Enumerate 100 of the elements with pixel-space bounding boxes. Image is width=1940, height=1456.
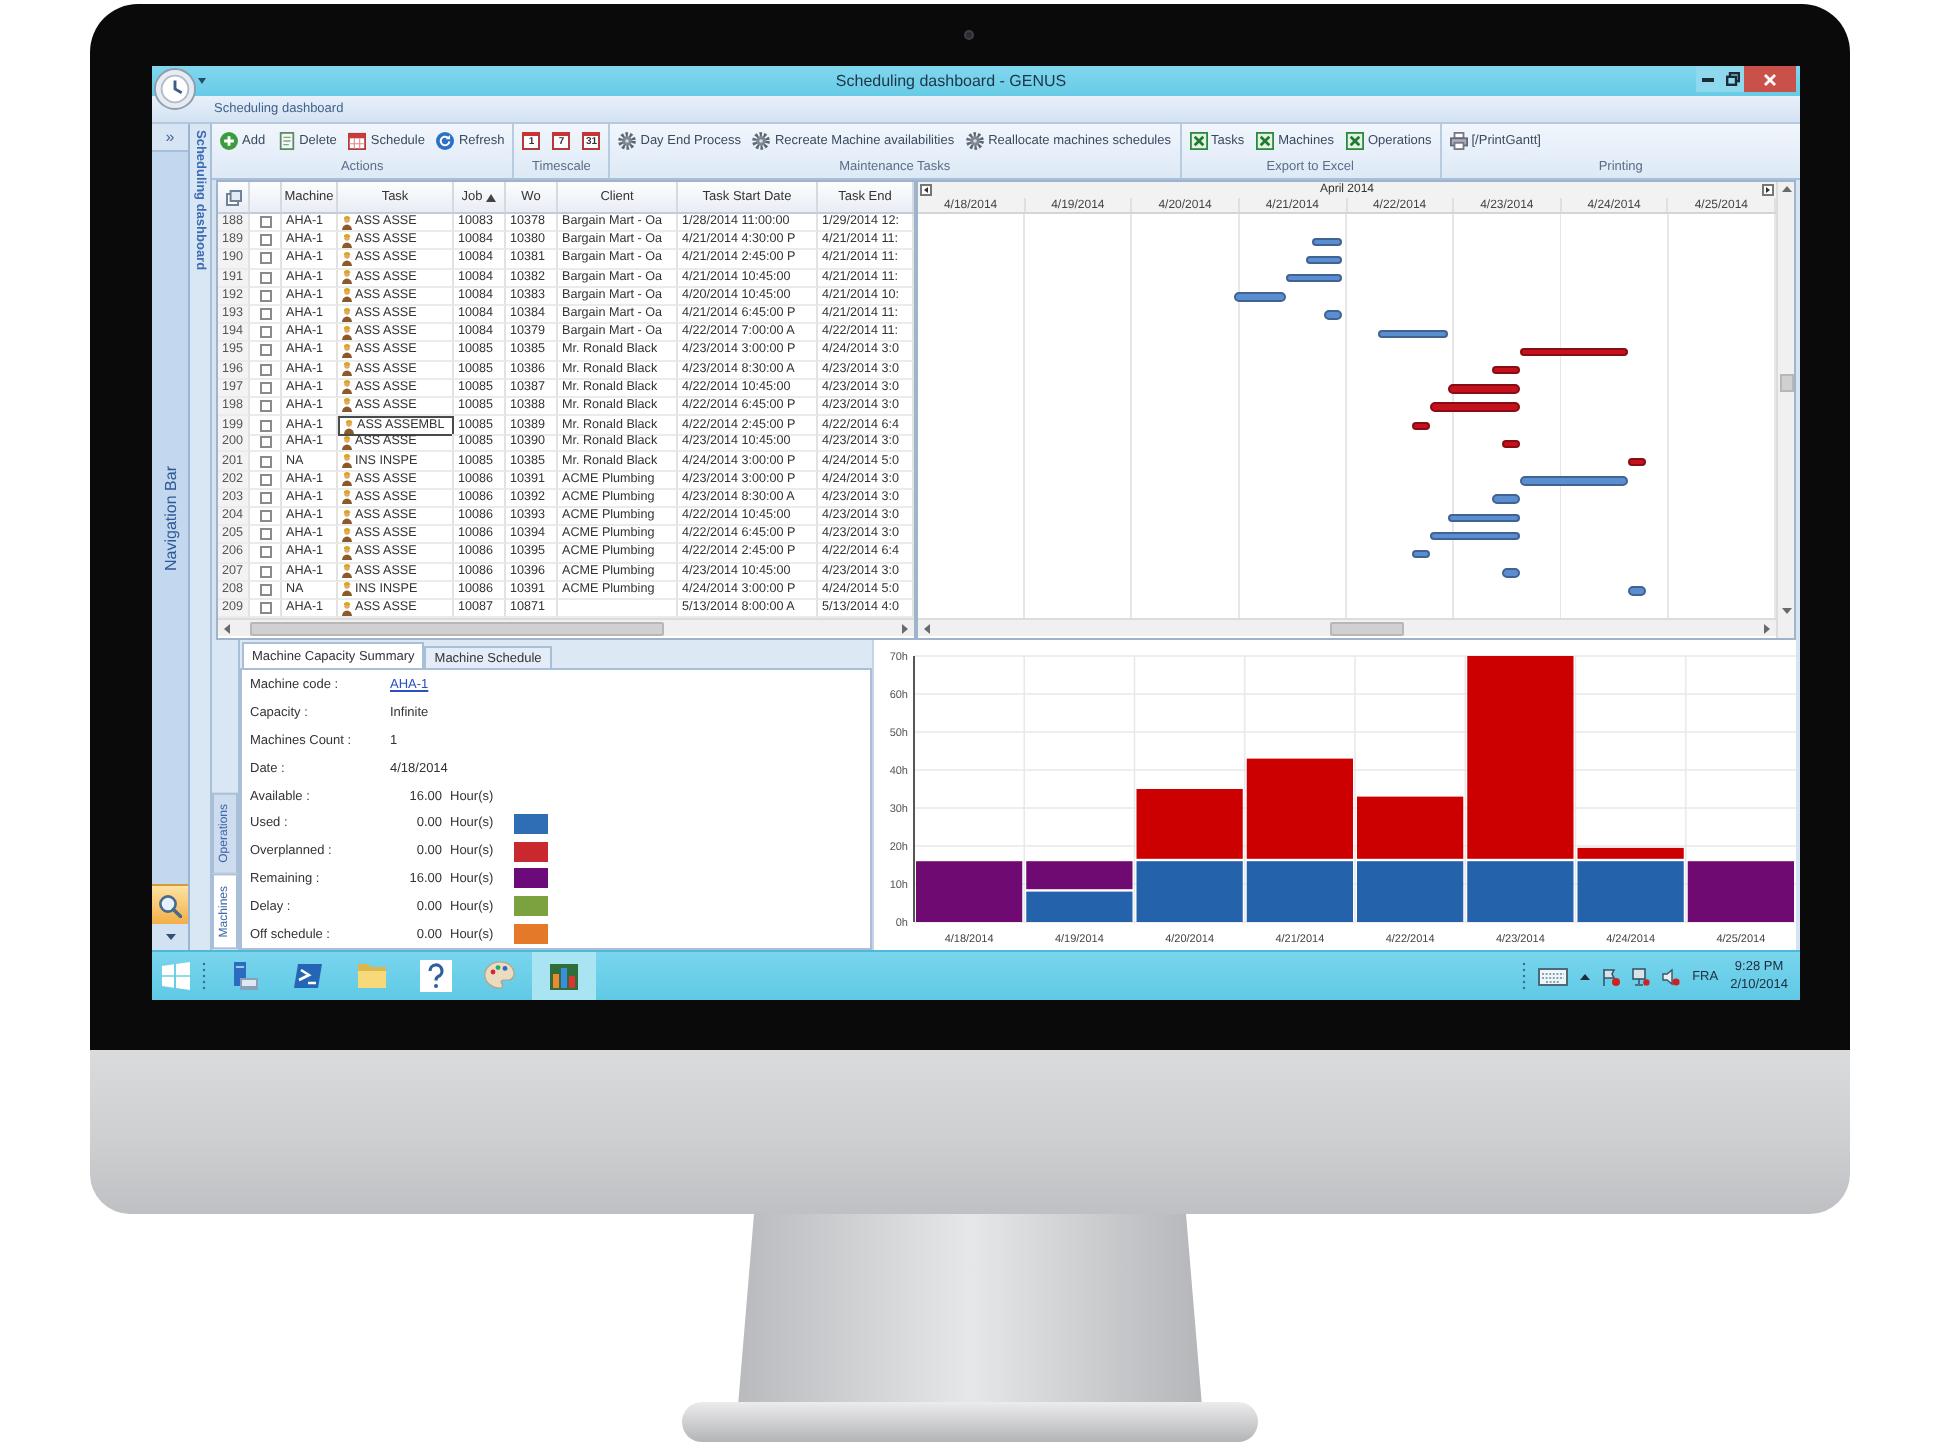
document-icon [277, 132, 296, 150]
row-checkbox[interactable] [259, 216, 271, 229]
person-icon [342, 325, 352, 340]
row-checkbox[interactable] [259, 308, 271, 321]
overflow-button[interactable] [152, 924, 188, 950]
search-button[interactable] [152, 884, 188, 924]
close-icon [1764, 73, 1776, 85]
horizontal-scrollbar[interactable] [918, 618, 1776, 637]
next-arrow-icon[interactable] [1762, 184, 1774, 196]
arrow-left-icon[interactable] [224, 623, 230, 634]
start-icon [161, 962, 189, 990]
chart-bar [916, 861, 1023, 922]
help-icon [420, 960, 452, 992]
person-icon [342, 472, 352, 487]
vertical-scrollbar[interactable] [1776, 182, 1794, 638]
scrollbar-thumb[interactable] [249, 621, 665, 636]
row-checkbox[interactable] [259, 381, 271, 394]
close-button[interactable] [1744, 66, 1796, 92]
webcam-icon [963, 30, 973, 40]
row-checkbox[interactable] [259, 583, 271, 596]
taskbar-button[interactable] [532, 952, 596, 1000]
row-checkbox[interactable] [259, 252, 271, 265]
arrow-right-icon[interactable] [1764, 623, 1770, 634]
sort-up-icon [486, 193, 497, 201]
row-checkbox[interactable] [259, 528, 271, 541]
spreadsheet-icon [1256, 132, 1275, 150]
minimize-icon [1702, 77, 1714, 81]
person-icon [342, 251, 352, 266]
person-icon [342, 490, 352, 505]
row-checkbox[interactable] [259, 546, 271, 559]
navigation-bar-label[interactable]: Navigation Bar [161, 465, 179, 571]
arrow-right-icon[interactable] [902, 623, 908, 634]
gripper-icon [1522, 962, 1527, 990]
spreadsheet-icon [1345, 132, 1364, 150]
person-icon [342, 380, 352, 395]
minimize-button[interactable] [1696, 66, 1720, 92]
row-checkbox[interactable] [259, 491, 271, 504]
chart-bar [1687, 861, 1794, 922]
plus-icon [220, 132, 238, 150]
clock-icon[interactable] [154, 68, 196, 110]
speaker-icon[interactable] [1662, 967, 1681, 985]
row-checkbox[interactable] [259, 289, 271, 302]
person-icon [342, 601, 352, 616]
person-icon [342, 527, 352, 542]
palette-icon [484, 960, 516, 992]
scrollbar-thumb[interactable] [1779, 374, 1793, 392]
row-checkbox[interactable] [259, 419, 271, 432]
restore-icon [1725, 72, 1739, 86]
column-chooser-icon[interactable] [225, 189, 241, 205]
gear-icon [618, 132, 637, 150]
restore-button[interactable] [1720, 66, 1744, 92]
person-icon [342, 454, 352, 469]
arrow-left-icon[interactable] [924, 623, 930, 634]
chart-bar [1026, 861, 1133, 890]
server-icon [228, 960, 260, 992]
scrollbar-thumb[interactable] [1330, 621, 1405, 636]
refresh-icon [436, 132, 455, 150]
caret-down-icon[interactable] [198, 78, 206, 84]
row-checkbox[interactable] [259, 565, 271, 578]
person-icon [342, 270, 352, 285]
person-icon [342, 343, 352, 358]
network-icon[interactable] [1632, 967, 1651, 985]
person-icon [342, 288, 352, 303]
row-checkbox[interactable] [259, 436, 271, 449]
person-icon [342, 545, 352, 560]
chart-bar [1026, 891, 1133, 922]
person-icon [342, 307, 352, 322]
row-checkbox[interactable] [259, 602, 271, 615]
chart-bar [1357, 796, 1464, 859]
row-checkbox[interactable] [259, 473, 271, 486]
row-checkbox[interactable] [259, 344, 271, 357]
row-checkbox[interactable] [259, 399, 271, 412]
row-checkbox[interactable] [259, 455, 271, 468]
person-icon [342, 215, 352, 230]
caret-up-icon[interactable] [1580, 973, 1591, 979]
spreadsheet-icon [1189, 132, 1207, 150]
folder-icon [356, 960, 388, 992]
person-icon [342, 509, 352, 524]
row-checkbox[interactable] [259, 234, 271, 247]
row-checkbox[interactable] [259, 271, 271, 284]
arrow-up-icon[interactable] [1781, 186, 1791, 192]
person-icon [342, 362, 352, 377]
person-icon [342, 233, 352, 248]
calendar-icon [348, 132, 367, 150]
chart-bar [1357, 861, 1464, 922]
terminal-icon [292, 960, 324, 992]
printer-icon [1449, 132, 1468, 150]
flag-icon[interactable] [1602, 967, 1621, 985]
chart-bar [1136, 789, 1243, 859]
expand-button[interactable]: » [152, 124, 188, 152]
person-icon [342, 564, 352, 579]
row-checkbox[interactable] [259, 363, 271, 376]
previous-arrow-icon[interactable] [920, 184, 932, 196]
caret-down-icon [165, 934, 175, 940]
arrow-down-icon[interactable] [1781, 608, 1791, 614]
person-icon [342, 398, 352, 413]
horizontal-scrollbar[interactable] [218, 618, 914, 637]
row-checkbox[interactable] [259, 326, 271, 339]
row-checkbox[interactable] [259, 510, 271, 523]
keyboard-icon[interactable] [1538, 967, 1569, 985]
